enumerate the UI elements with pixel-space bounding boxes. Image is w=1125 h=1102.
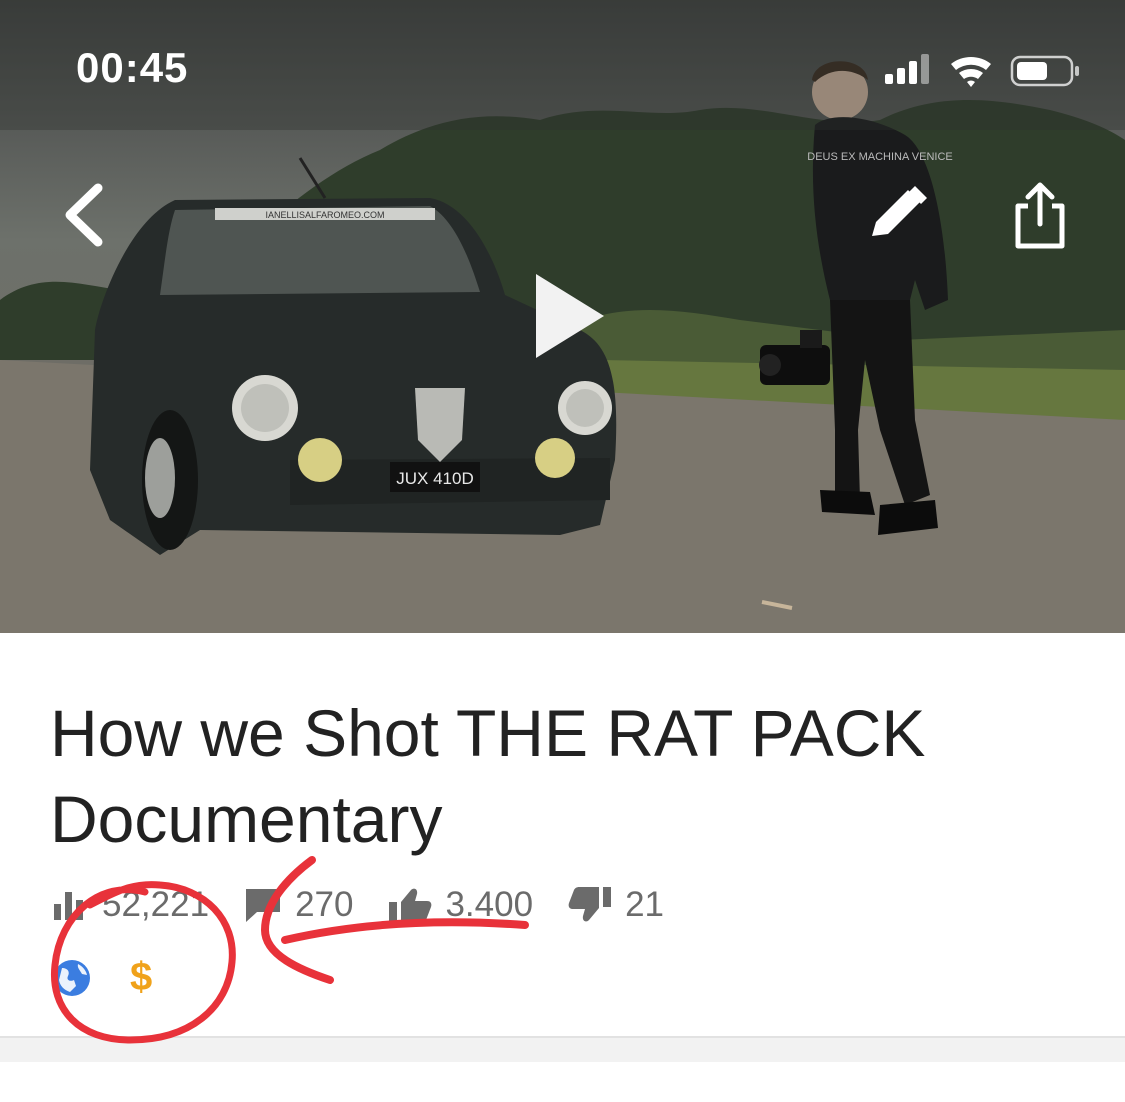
monetization-icon: $: [130, 955, 153, 999]
wifi-icon: [951, 56, 991, 87]
comment-icon: [246, 889, 281, 922]
globe-icon: [54, 959, 90, 996]
shirt-print: DEUS EX MACHINA VENICE: [807, 151, 952, 163]
likes-count: 3.400: [445, 885, 534, 924]
video-stats: 52,221 270 3.400 21: [52, 880, 698, 930]
bar-chart-icon: [54, 892, 83, 920]
license-plate: JUX 410D: [396, 469, 473, 488]
video-title: How we Shot THE RAT PACK Documentary: [50, 696, 926, 856]
back-button[interactable]: [58, 180, 118, 250]
views-stat: 52,221: [52, 885, 209, 925]
comments-count: 270: [295, 885, 354, 924]
status-icons: [883, 52, 1083, 93]
views-count: 52,221: [102, 885, 210, 924]
windshield-sticker: IANELLISALFAROMEO.COM: [265, 210, 384, 220]
share-button[interactable]: [1008, 180, 1072, 252]
play-button[interactable]: [530, 270, 610, 362]
battery-icon: [1010, 55, 1079, 87]
section-divider: [0, 1036, 1125, 1062]
comments-stat: 270: [243, 885, 353, 925]
edit-button[interactable]: [862, 184, 932, 248]
status-time: 00:45: [76, 44, 189, 91]
likes-stat: 3.400: [387, 885, 533, 925]
share-icon: [1015, 182, 1065, 249]
play-icon: [536, 274, 604, 358]
cellular-signal-icon: [885, 54, 929, 84]
dislikes-stat: 21: [567, 885, 664, 925]
thumbs-down-icon: [568, 887, 612, 922]
thumbs-up-icon: [389, 888, 432, 923]
chevron-left-icon: [65, 183, 103, 247]
pencil-icon: [872, 186, 927, 236]
video-thumbnail[interactable]: JUX 410D IANELLISALFAROMEO.COM DEUS EX M…: [0, 0, 1125, 633]
dislikes-count: 21: [625, 885, 664, 924]
video-badges: $: [52, 955, 152, 1000]
